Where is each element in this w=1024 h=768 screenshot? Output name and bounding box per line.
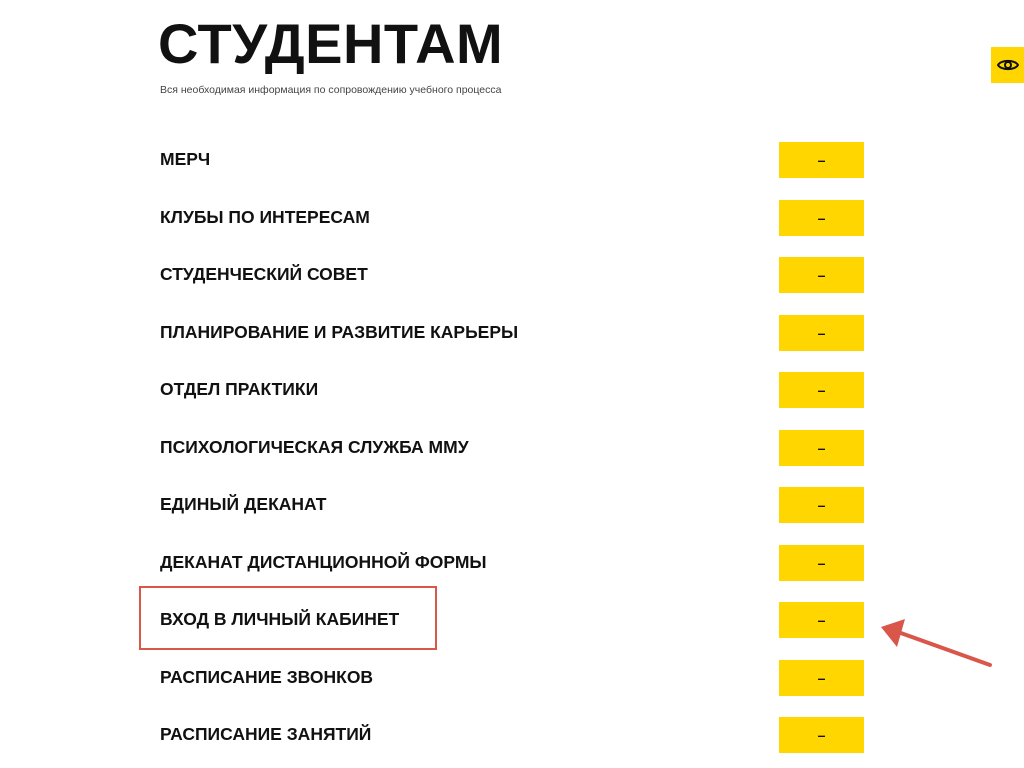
menu-item-clubs: КЛУБЫ ПО ИНТЕРЕСАМ – [0,188,1024,246]
page-title: СТУДЕНТАМ [158,12,504,75]
menu-item-bell-schedule: РАСПИСАНИЕ ЗВОНКОВ – [0,648,1024,706]
menu-item-career: ПЛАНИРОВАНИЕ И РАЗВИТИЕ КАРЬЕРЫ – [0,303,1024,361]
collapse-button[interactable]: – [779,659,864,696]
collapse-button[interactable]: – [779,314,864,351]
menu-item-distance-dean-office: ДЕКАНАТ ДИСТАНЦИОННОЙ ФОРМЫ – [0,533,1024,591]
menu-item-label[interactable]: МЕРЧ [160,148,210,170]
menu-item-personal-account: ВХОД В ЛИЧНЫЙ КАБИНЕТ – [0,590,1024,648]
menu-item-label[interactable]: ПСИХОЛОГИЧЕСКАЯ СЛУЖБА ММУ [160,436,469,458]
menu-item-psychology: ПСИХОЛОГИЧЕСКАЯ СЛУЖБА ММУ – [0,418,1024,476]
students-page: СТУДЕНТАМ Вся необходимая информация по … [0,0,1024,768]
menu-item-label[interactable]: РАСПИСАНИЕ ЗВОНКОВ [160,666,373,688]
menu-item-label[interactable]: ОТДЕЛ ПРАКТИКИ [160,378,318,400]
menu-item-label[interactable]: КЛУБЫ ПО ИНТЕРЕСАМ [160,206,370,228]
menu-item-dean-office: ЕДИНЫЙ ДЕКАНАТ – [0,475,1024,533]
collapse-button[interactable]: – [779,429,864,466]
accessibility-toggle-button[interactable] [991,47,1024,83]
collapse-button[interactable]: – [779,257,864,293]
collapse-button[interactable]: – [779,199,864,236]
menu-item-merch: МЕРЧ – [0,130,1024,188]
menu-item-practice: ОТДЕЛ ПРАКТИКИ – [0,360,1024,418]
students-menu: МЕРЧ – КЛУБЫ ПО ИНТЕРЕСАМ – СТУДЕНЧЕСКИЙ… [0,130,1024,763]
menu-item-label[interactable]: ЕДИНЫЙ ДЕКАНАТ [160,493,326,515]
menu-item-class-schedule: РАСПИСАНИЕ ЗАНЯТИЙ – [0,705,1024,763]
collapse-button[interactable]: – [779,487,864,523]
menu-item-label[interactable]: РАСПИСАНИЕ ЗАНЯТИЙ [160,723,371,745]
collapse-button[interactable]: – [779,544,864,581]
collapse-button[interactable]: – [779,602,864,638]
collapse-button[interactable]: – [779,372,864,408]
menu-item-label[interactable]: СТУДЕНЧЕСКИЙ СОВЕТ [160,263,368,285]
collapse-button[interactable]: – [779,142,864,178]
menu-item-label[interactable]: ПЛАНИРОВАНИЕ И РАЗВИТИЕ КАРЬЕРЫ [160,321,518,343]
menu-item-label[interactable]: ВХОД В ЛИЧНЫЙ КАБИНЕТ [160,608,399,630]
menu-item-student-council: СТУДЕНЧЕСКИЙ СОВЕТ – [0,245,1024,303]
menu-item-label[interactable]: ДЕКАНАТ ДИСТАНЦИОННОЙ ФОРМЫ [160,551,487,573]
eye-icon [996,59,1019,71]
collapse-button[interactable]: – [779,717,864,753]
page-subtitle: Вся необходимая информация по сопровожде… [160,84,502,96]
